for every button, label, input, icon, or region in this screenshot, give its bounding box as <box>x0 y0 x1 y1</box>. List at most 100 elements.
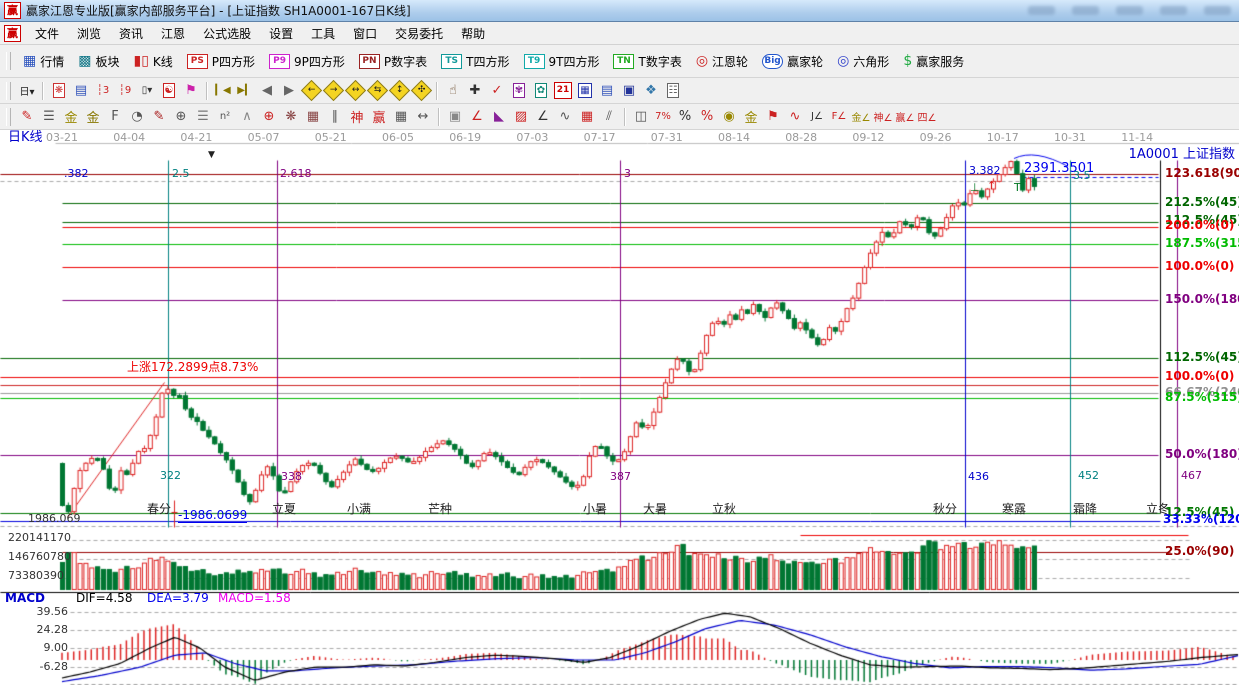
kline-3-icon[interactable]: ┆3 <box>92 81 114 101</box>
red-grid-tool-icon[interactable]: ▦ <box>576 107 598 127</box>
ying-angle-tool-icon[interactable]: 赢∠ <box>894 107 916 127</box>
ruler-123-tool-icon[interactable]: ▦ <box>390 107 412 127</box>
menu-item-江恩[interactable]: 江恩 <box>152 23 194 44</box>
wave-tool-icon[interactable]: ∿ <box>554 107 576 127</box>
gann-purple-icon[interactable]: ✾ <box>508 81 530 101</box>
swap-diamond-icon[interactable]: ⇆ <box>366 81 388 101</box>
macd-axis-label: 9.00 <box>8 641 68 654</box>
t9-square-button[interactable]: T99T四方形 <box>517 51 607 72</box>
winner-wheel-button[interactable]: Big赢家轮 <box>755 51 830 72</box>
t-square-button[interactable]: TST四方形 <box>434 51 516 72</box>
cycle-circle-tool-icon[interactable]: ⊕ <box>170 107 192 127</box>
notepad-icon[interactable]: ▤ <box>596 81 618 101</box>
date-tick-09-26: 09-26 <box>920 131 952 144</box>
fan-red-tool-icon[interactable]: ∠ <box>466 107 488 127</box>
n-square-tool-icon[interactable]: n² <box>214 107 236 127</box>
macd-axis-label: -6.28 <box>8 660 68 673</box>
candle-style-dropdown[interactable]: ▯▾ <box>136 81 158 101</box>
zoom-right-diamond-icon[interactable]: → <box>322 81 344 101</box>
date-tick-10-17: 10-17 <box>987 131 1019 144</box>
menu-item-浏览[interactable]: 浏览 <box>68 23 110 44</box>
pencil-tool-icon[interactable]: ✎ <box>16 107 38 127</box>
kline-9-icon[interactable]: ┆9 <box>114 81 136 101</box>
p-number-table-button[interactable]: PNP数字表 <box>352 51 434 72</box>
hand-tool-icon[interactable]: ☝ <box>442 81 464 101</box>
save-icon[interactable]: ▣ <box>618 81 640 101</box>
fan-plain-tool-icon[interactable]: ∠ <box>532 107 554 127</box>
print-icon[interactable]: ☷ <box>662 81 684 101</box>
angle-mirror-tool-icon[interactable]: ∧ <box>236 107 258 127</box>
t-number-table-button[interactable]: TNT数字表 <box>606 51 688 72</box>
chart-area[interactable]: 日K线 1A0001 上证指数 ▼ 上涨172.2899点8.73% 1986.… <box>0 130 1239 685</box>
menu-item-帮助[interactable]: 帮助 <box>452 23 494 44</box>
pencil-b-tool-icon[interactable]: ✎ <box>148 107 170 127</box>
shen-angle-tool-icon[interactable]: 神∠ <box>872 107 894 127</box>
menu-item-设置[interactable]: 设置 <box>260 23 302 44</box>
menu-item-文件[interactable]: 文件 <box>26 23 68 44</box>
calendar-icon[interactable]: 21 <box>552 81 574 101</box>
fan-box-tool-icon[interactable]: ◣ <box>488 107 510 127</box>
info-list-icon[interactable]: ▤ <box>70 81 92 101</box>
first-page-icon[interactable]: ▎◀ <box>212 81 234 101</box>
gold-circle-tool-icon[interactable]: ◉ <box>718 107 740 127</box>
box-select-tool-icon[interactable]: ▣ <box>444 107 466 127</box>
menu-item-资讯[interactable]: 资讯 <box>110 23 152 44</box>
time-grid-tool-icon[interactable]: ☰ <box>192 107 214 127</box>
quotes-button[interactable]: ▦行情 <box>16 51 71 72</box>
titlebar-faded-items <box>1028 6 1231 15</box>
gold-lines-tool-icon[interactable]: 金 <box>740 107 762 127</box>
si-angle-tool-icon[interactable]: 四∠ <box>916 107 938 127</box>
p-square-button[interactable]: PSP四方形 <box>180 51 262 72</box>
percent-lines-tool-icon[interactable]: % <box>696 107 718 127</box>
sectors-button[interactable]: ▩板块 <box>71 51 126 72</box>
share-icon[interactable]: ❖ <box>640 81 662 101</box>
crosshair-tool-icon[interactable]: ✚ <box>464 81 486 101</box>
slant-lines-tool-icon[interactable]: ⫽ <box>598 107 620 127</box>
gold-grid-b-tool-icon[interactable]: 金 <box>82 107 104 127</box>
color-flag-icon[interactable]: ⚑ <box>180 81 202 101</box>
flag-pencil-tool-icon[interactable]: ⚑ <box>762 107 784 127</box>
percent7-tool-icon[interactable]: 7% <box>652 107 674 127</box>
expand-diamond-icon[interactable]: ✣ <box>410 81 432 101</box>
gold-grid-a-tool-icon[interactable]: 金 <box>60 107 82 127</box>
gann-wheel-button[interactable]: ◎江恩轮 <box>689 51 755 72</box>
period-day-dropdown[interactable]: 日▾ <box>16 81 38 101</box>
p9-square-button[interactable]: P99P四方形 <box>262 51 352 72</box>
j-angle-tool-icon[interactable]: J∠ <box>806 107 828 127</box>
next-page-icon[interactable]: ▶ <box>278 81 300 101</box>
spider-web-tool-icon[interactable]: ❋ <box>280 107 302 127</box>
hexagon-button[interactable]: ◎六角形 <box>830 51 896 72</box>
spiral-tool-icon[interactable]: ◔ <box>126 107 148 127</box>
web-box-tool-icon[interactable]: ▨ <box>510 107 532 127</box>
yinyang-icon[interactable]: ☯ <box>158 81 180 101</box>
span-arrow-tool-icon[interactable]: ↔ <box>412 107 434 127</box>
menu-item-工具[interactable]: 工具 <box>302 23 344 44</box>
bar-pair-tool-icon[interactable]: ∥ <box>324 107 346 127</box>
percent-tool-icon[interactable]: % <box>674 107 696 127</box>
wave-gold-tool-icon[interactable]: ∿ <box>784 107 806 127</box>
menu-item-公式选股[interactable]: 公式选股 <box>194 23 260 44</box>
zoom-v-diamond-icon[interactable]: ↕ <box>388 81 410 101</box>
ying-tool-icon[interactable]: 赢 <box>368 107 390 127</box>
menu-item-窗口[interactable]: 窗口 <box>344 23 386 44</box>
fibonacci-grid-tool-icon[interactable]: F <box>104 107 126 127</box>
f-angle-tool-icon[interactable]: F∠ <box>828 107 850 127</box>
check-mark-icon[interactable]: ✓ <box>486 81 508 101</box>
chevron-down-icon[interactable]: ▼ <box>208 149 215 162</box>
calculator-icon[interactable]: ▦ <box>574 81 596 101</box>
zoom-h-diamond-icon[interactable]: ↔ <box>344 81 366 101</box>
gann-lines-tool-icon[interactable]: ☰ <box>38 107 60 127</box>
shen-tool-icon[interactable]: 神 <box>346 107 368 127</box>
menu-item-交易委托[interactable]: 交易委托 <box>386 23 452 44</box>
network-icon[interactable]: ❋ <box>48 81 70 101</box>
last-page-icon[interactable]: ▶▎ <box>234 81 256 101</box>
gann-target-tool-icon[interactable]: ⊕ <box>258 107 280 127</box>
gold-angle-tool-icon[interactable]: 金∠ <box>850 107 872 127</box>
stat-column-tool-icon[interactable]: ◫ <box>630 107 652 127</box>
kline-button[interactable]: ▮▯K线 <box>127 51 180 72</box>
zoom-left-diamond-icon[interactable]: ← <box>300 81 322 101</box>
prev-page-icon[interactable]: ◀ <box>256 81 278 101</box>
gann-teal-icon[interactable]: ✿ <box>530 81 552 101</box>
grid-web-tool-icon[interactable]: ▦ <box>302 107 324 127</box>
winner-service-button[interactable]: $赢家服务 <box>896 51 971 72</box>
